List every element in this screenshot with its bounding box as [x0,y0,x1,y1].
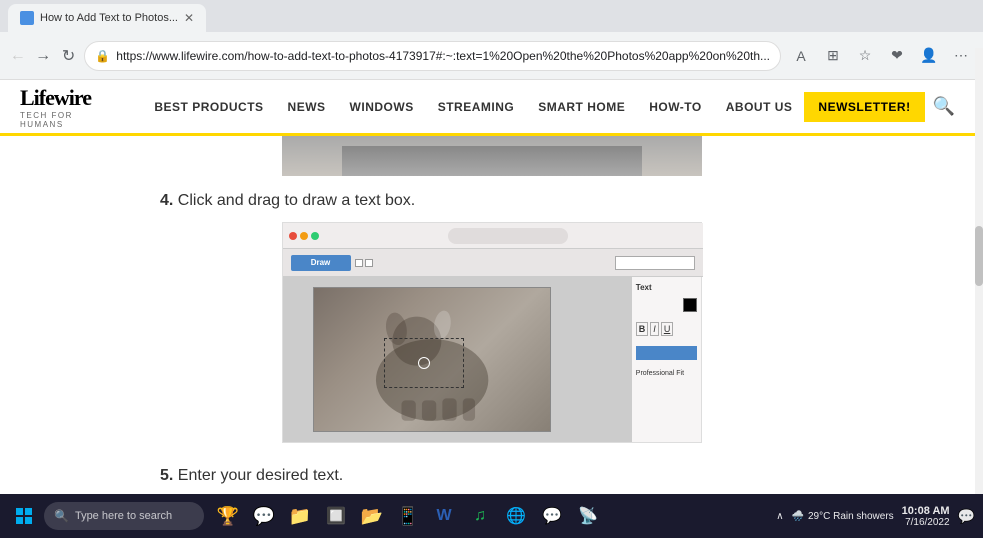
taskbar-right: ∧ 🌧️ 29°C Rain showers 10:08 AM 7/16/202… [776,505,975,528]
more-btn[interactable]: ⋯ [947,42,975,70]
browser-tabs-bar: How to Add Text to Photos... ✕ [0,0,983,32]
favorites-btn[interactable]: ☆ [851,42,879,70]
lock-icon: 🔒 [95,49,110,63]
taskbar-app-teams[interactable]: 💬 [536,500,568,532]
app-main: Text B I U Professional Fit [283,277,701,442]
taskbar-app-chat[interactable]: 💬 [248,500,280,532]
scrollbar-thumb[interactable] [975,226,983,286]
nav-smart-home[interactable]: SMART HOME [526,100,637,114]
step-5-text: Enter your desired text. [178,467,343,484]
taskbar-app-spotify[interactable]: ♫ [464,500,496,532]
step-4-container: 4. Click and drag to draw a text box. [160,176,823,459]
taskbar-app-widget[interactable]: 🔲 [320,500,352,532]
tab-favicon [20,11,34,25]
taskbar-app-store[interactable]: 📱 [392,500,424,532]
browser-tab[interactable]: How to Add Text to Photos... ✕ [8,4,206,32]
browser-chrome: ← → ↻ 🔒 https://www.lifewire.com/how-to-… [0,32,983,80]
app-toolbar: Draw [283,249,703,277]
step-4-screenshot: Draw [282,222,702,443]
nav-about-us[interactable]: ABOUT US [714,100,805,114]
step-4-label: 4. Click and drag to draw a text box. [160,192,823,210]
weather-info: 🌧️ 29°C Rain showers [792,511,894,522]
nav-news[interactable]: NEWS [276,100,338,114]
back-button[interactable]: ← [8,42,27,70]
forward-button[interactable]: → [33,42,52,70]
reader-mode-btn[interactable]: A [787,42,815,70]
notification-icon[interactable]: 💬 [958,508,975,525]
main-nav: BEST PRODUCTS NEWS WINDOWS STREAMING SMA… [142,100,804,114]
tab-close-btn[interactable]: ✕ [184,11,194,25]
weather-text: 29°C Rain showers [808,511,894,522]
step-4-text: Click and drag to draw a text box. [178,192,415,209]
date-display: 7/16/2022 [902,517,950,528]
time-display: 10:08 AM [902,505,950,517]
taskbar-app-explorer[interactable]: 📁 [284,500,316,532]
taskbar-search-text: Type here to search [75,510,172,522]
nav-windows[interactable]: WINDOWS [338,100,426,114]
taskbar-apps: 🏆 💬 📁 🔲 📂 📱 W ♫ 🌐 💬 📡 [212,500,604,532]
collections-btn[interactable]: ❤ [883,42,911,70]
step-5-container: 5. Enter your desired text. [160,459,823,494]
sys-icons: ∧ [776,511,783,522]
logo-text: Lifewire [20,85,118,111]
step-4-number: 4. [160,192,173,209]
app-right-panel: Text B I U Professional Fit [631,277,701,442]
browser-actions: A ⊞ ☆ ❤ 👤 ⋯ [787,42,975,70]
profile-btn[interactable]: 👤 [915,42,943,70]
taskbar-app-word[interactable]: W [428,500,460,532]
logo-tagline: TECH FOR HUMANS [20,111,118,129]
content-wrapper: 4. Click and drag to draw a text box. [160,136,823,494]
browser-ext-btn[interactable]: ⊞ [819,42,847,70]
taskbar-app-chrome[interactable]: 🌐 [500,500,532,532]
search-button[interactable]: 🔍 [925,96,963,117]
app-chrome [283,223,703,249]
step-5-number: 5. [160,467,173,484]
newsletter-button[interactable]: NEWSLETTER! [804,92,924,122]
start-button[interactable] [8,500,40,532]
refresh-button[interactable]: ↻ [59,42,78,70]
taskbar-app-folder[interactable]: 📂 [356,500,388,532]
logo-area[interactable]: Lifewire TECH FOR HUMANS [20,85,118,129]
taskbar-app-trophy[interactable]: 🏆 [212,500,244,532]
nav-streaming[interactable]: STREAMING [426,100,527,114]
taskbar-app-other[interactable]: 📡 [572,500,604,532]
weather-icon: 🌧️ [792,511,804,522]
taskbar-search-icon: 🔍 [54,509,69,523]
step-5-label: 5. Enter your desired text. [160,467,823,485]
taskbar: 🔍 Type here to search 🏆 💬 📁 🔲 📂 📱 W ♫ 🌐 … [0,494,983,538]
address-bar[interactable]: 🔒 https://www.lifewire.com/how-to-add-te… [84,41,781,71]
taskbar-search[interactable]: 🔍 Type here to search [44,502,204,530]
app-canvas [283,277,631,442]
url-text: https://www.lifewire.com/how-to-add-text… [116,49,770,63]
nav-how-to[interactable]: HOW-TO [637,100,714,114]
page-content: 4. Click and drag to draw a text box. [0,136,983,494]
chevron-up-icon[interactable]: ∧ [776,511,783,522]
site-header: Lifewire TECH FOR HUMANS BEST PRODUCTS N… [0,80,983,136]
time-info: 10:08 AM 7/16/2022 [902,505,950,528]
tab-title: How to Add Text to Photos... [40,12,178,24]
nav-best-products[interactable]: BEST PRODUCTS [142,100,275,114]
scrollbar[interactable] [975,48,983,494]
